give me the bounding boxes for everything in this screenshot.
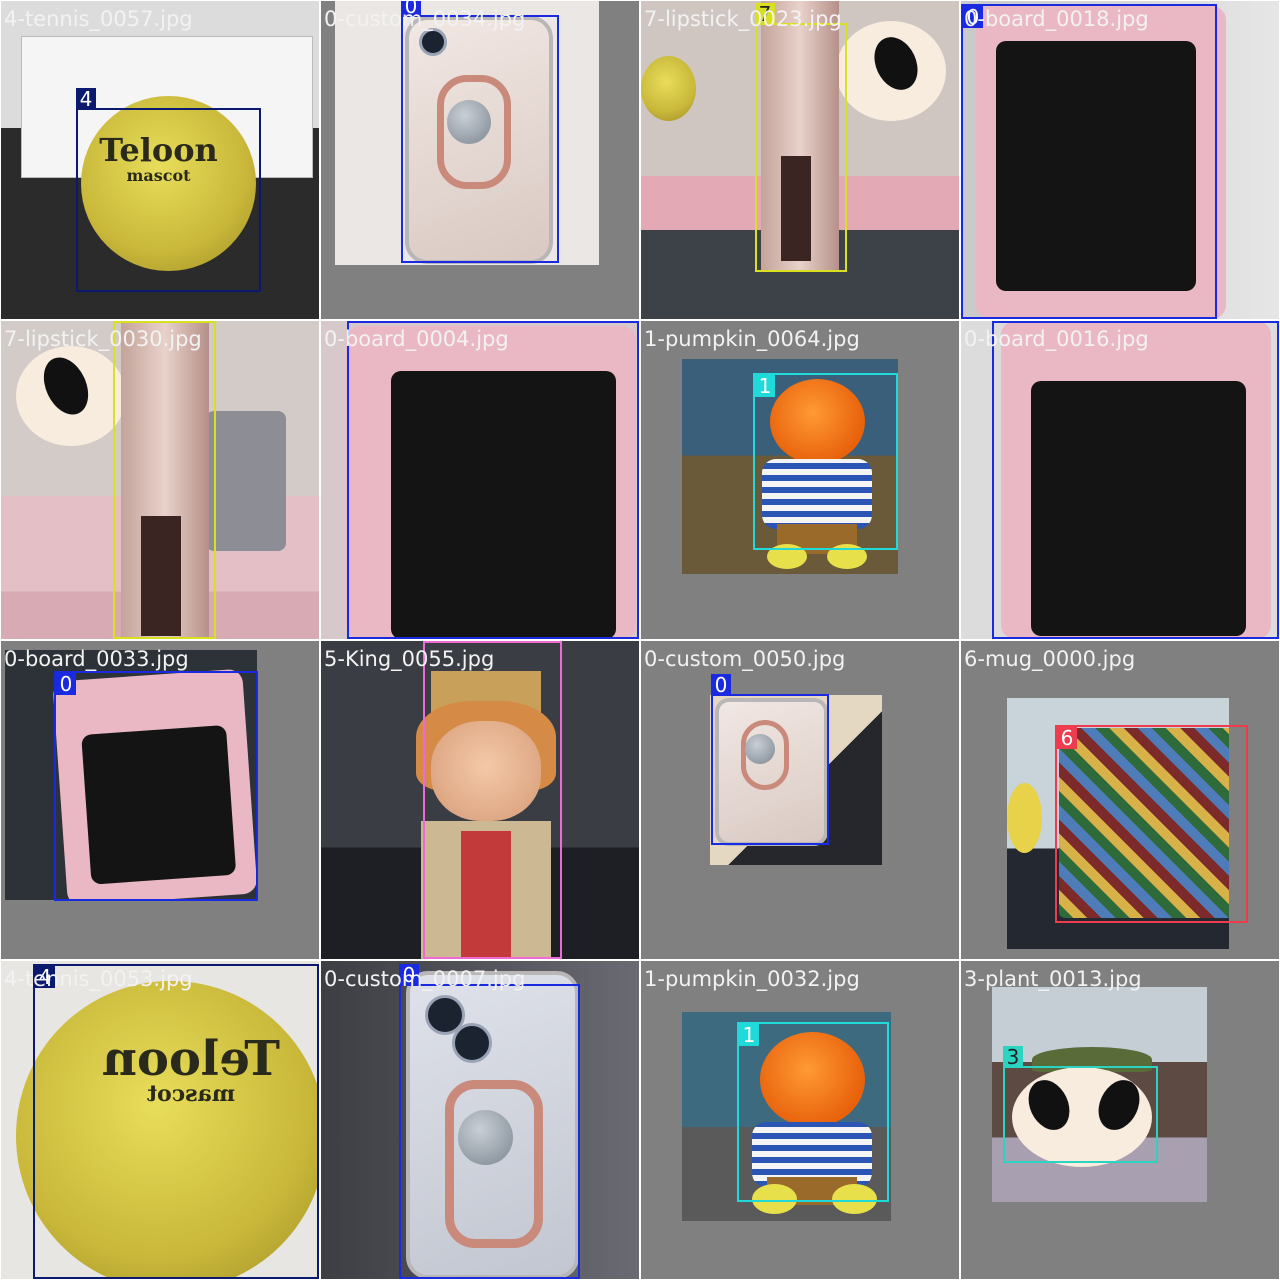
image-filename: 0-custom_0050.jpg	[644, 647, 846, 671]
image-filename: 3-plant_0013.jpg	[964, 967, 1142, 991]
image-filename: 0-board_0016.jpg	[964, 327, 1149, 351]
mosaic-tile: 7-lipstick_0030.jpg 7	[1, 321, 319, 639]
class-label: 0	[711, 674, 731, 696]
bounding-box: 0	[961, 4, 1217, 319]
mosaic-tile: 0-board_0004.jpg 0	[321, 321, 639, 639]
mosaic-tile: 0-custom_0007.jpg 0	[321, 961, 639, 1279]
class-label: 4	[76, 88, 96, 110]
mosaic-tile: 3-plant_0013.jpg 3	[961, 961, 1279, 1279]
bounding-box: 0	[347, 321, 639, 639]
image-filename: 6-mug_0000.jpg	[964, 647, 1136, 671]
bounding-box: 1	[753, 373, 898, 550]
class-label: 6	[1057, 727, 1077, 749]
bounding-box: 3	[1003, 1046, 1158, 1163]
image-filename: 0-board_0033.jpg	[4, 647, 189, 671]
class-label: 1	[739, 1024, 759, 1046]
class-label: 5	[423, 641, 443, 643]
mosaic-tile: 5-King_0055.jpg 5	[321, 641, 639, 959]
bounding-box: 4	[76, 88, 261, 292]
bounding-box: 0	[54, 671, 258, 901]
mosaic-grid: Teloon mascot 4-tennis_0057.jpg 4 0-cust…	[0, 0, 1280, 1280]
mosaic-tile: Teloon mascot 4-tennis_0053.jpg 4	[1, 961, 319, 1279]
image-filename: 0-custom_0007.jpg	[324, 967, 526, 991]
class-label: 1	[755, 375, 775, 397]
bounding-box: 6	[1055, 725, 1248, 923]
image-filename: 4-tennis_0057.jpg	[4, 7, 193, 31]
mosaic-tile: 0-board_0033.jpg 0	[1, 641, 319, 959]
bounding-box: 4	[33, 964, 319, 1279]
image-filename: 1-pumpkin_0032.jpg	[644, 967, 860, 991]
image-filename: 0-board_0018.jpg	[964, 7, 1149, 31]
mosaic-tile: 0-custom_0034.jpg 0	[321, 1, 639, 319]
class-label: 0	[347, 321, 367, 323]
image-filename: 5-King_0055.jpg	[324, 647, 495, 671]
bounding-box: 5	[423, 641, 562, 959]
class-label: 3	[1003, 1046, 1023, 1068]
tennis-ball	[641, 56, 696, 121]
mosaic-tile: 1-pumpkin_0064.jpg 1	[641, 321, 959, 639]
class-label: 0	[56, 673, 76, 695]
bounding-box: 0	[711, 674, 829, 845]
mosaic-tile: 0-board_0016.jpg 0	[961, 321, 1279, 639]
image-filename: 1-pumpkin_0064.jpg	[644, 327, 860, 351]
mosaic-tile: 6-mug_0000.jpg 6	[961, 641, 1279, 959]
image-filename: 4-tennis_0053.jpg	[4, 967, 193, 991]
mosaic-tile: 1-pumpkin_0032.jpg 1	[641, 961, 959, 1279]
bounding-box: 7	[755, 3, 847, 272]
mosaic-tile: 7-lipstick_0023.jpg 7	[641, 1, 959, 319]
image-filename: 7-lipstick_0030.jpg	[4, 327, 202, 351]
class-label: 0	[992, 321, 1012, 323]
image-filename: 7-lipstick_0023.jpg	[644, 7, 842, 31]
mosaic-tile: 0-board_0018.jpg 0	[961, 1, 1279, 319]
bounding-box: 0	[992, 321, 1279, 639]
image-filename: 0-custom_0034.jpg	[324, 7, 526, 31]
image-filename: 0-board_0004.jpg	[324, 327, 509, 351]
mosaic-tile: Teloon mascot 4-tennis_0057.jpg 4	[1, 1, 319, 319]
bounding-box: 0	[399, 964, 580, 1279]
bounding-box: 0	[401, 1, 559, 263]
bounding-box: 1	[737, 1022, 889, 1202]
bounding-box: 7	[113, 321, 216, 639]
class-label: 7	[113, 321, 133, 323]
mosaic-tile: 0-custom_0050.jpg 0	[641, 641, 959, 959]
